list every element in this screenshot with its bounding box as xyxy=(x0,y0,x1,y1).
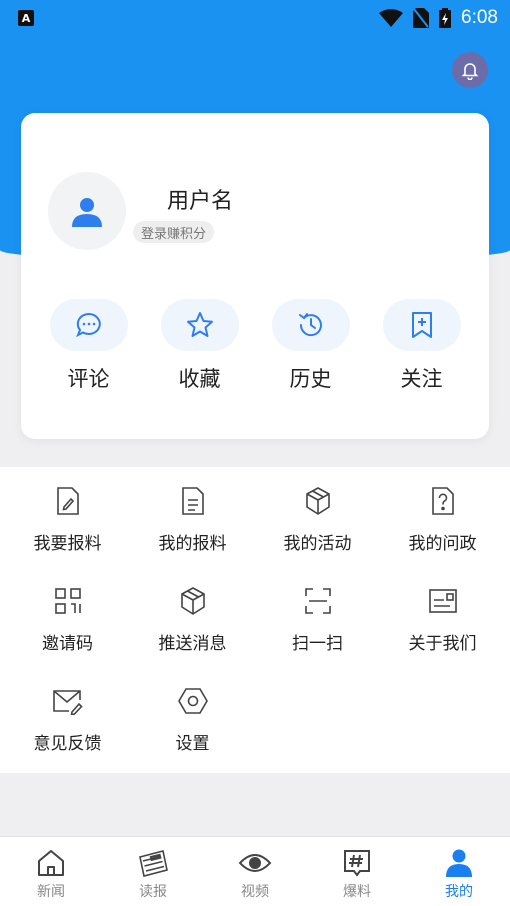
quick-action-comment[interactable]: 评论 xyxy=(44,299,134,399)
bottom-nav: 新闻 读报 视频 爆料 我的 xyxy=(0,836,510,906)
menu-item-feedback[interactable]: 意见反馈 xyxy=(5,685,130,785)
menu-item-push-messages[interactable]: 推送消息 xyxy=(130,585,255,685)
quick-action-history[interactable]: 历史 xyxy=(266,299,356,399)
menu-item-about-us[interactable]: 关于我们 xyxy=(380,585,505,685)
menu-label: 我的报料 xyxy=(158,534,227,554)
menu-label: 扫一扫 xyxy=(292,634,343,654)
newspaper-icon xyxy=(139,850,168,877)
question-doc-icon xyxy=(431,487,454,515)
quick-action-follow[interactable]: 关注 xyxy=(377,299,467,399)
menu-item-invite-code[interactable]: 邀请码 xyxy=(5,585,130,685)
nav-label: 我的 xyxy=(445,884,473,900)
cube-push-icon xyxy=(180,587,205,615)
hexagon-settings-icon xyxy=(177,688,208,714)
status-bar: A 6:08 xyxy=(0,0,510,36)
cube-icon xyxy=(305,487,330,515)
hashtag-icon xyxy=(344,850,370,877)
star-icon xyxy=(186,312,213,337)
login-badge[interactable]: 登录赚积分 xyxy=(133,221,215,243)
menu-grid: 我要报料 我的报料 我的活动 我的问政 邀请码 推送消息 扫一扫 关于我们 意见… xyxy=(0,467,510,785)
nav-label: 视频 xyxy=(241,884,269,900)
user-avatar-icon xyxy=(72,198,102,227)
quick-actions: 评论 收藏 历史 关注 xyxy=(21,299,489,399)
quick-action-label: 评论 xyxy=(67,367,110,391)
quick-action-label: 收藏 xyxy=(178,367,221,391)
wifi-icon xyxy=(379,9,404,27)
profile-card: 用户名 登录赚积分 评论 收藏 历史 关注 xyxy=(21,113,489,439)
nav-item-mine[interactable]: 我的 xyxy=(408,837,510,906)
user-icon xyxy=(446,849,472,877)
menu-label: 推送消息 xyxy=(158,634,227,654)
menu-item-submit-tip[interactable]: 我要报料 xyxy=(5,485,130,585)
avatar[interactable] xyxy=(48,172,126,250)
app-indicator-icon: A xyxy=(18,10,34,26)
menu-label: 邀请码 xyxy=(42,634,93,654)
menu-item-my-activities[interactable]: 我的活动 xyxy=(255,485,380,585)
menu-label: 我要报料 xyxy=(33,534,102,554)
menu-panel: 我要报料 我的报料 我的活动 我的问政 邀请码 推送消息 扫一扫 关于我们 意见… xyxy=(0,467,510,773)
scan-icon xyxy=(304,588,331,614)
id-card-icon xyxy=(428,589,457,613)
nav-label: 爆料 xyxy=(343,884,371,900)
menu-item-my-tips[interactable]: 我的报料 xyxy=(130,485,255,585)
edit-doc-icon xyxy=(56,487,79,515)
username[interactable]: 用户名 xyxy=(167,183,233,215)
menu-label: 设置 xyxy=(175,734,210,754)
nav-item-tips[interactable]: 爆料 xyxy=(306,837,408,906)
bookmark-plus-icon xyxy=(411,312,432,338)
notification-button[interactable] xyxy=(452,52,488,88)
quick-action-label: 历史 xyxy=(289,367,332,391)
battery-icon xyxy=(439,8,452,28)
nav-item-news[interactable]: 新闻 xyxy=(0,837,102,906)
comment-icon xyxy=(75,312,101,338)
nav-item-newspaper[interactable]: 读报 xyxy=(102,837,204,906)
menu-label: 关于我们 xyxy=(408,634,477,654)
nav-item-video[interactable]: 视频 xyxy=(204,837,306,906)
menu-item-my-inquiries[interactable]: 我的问政 xyxy=(380,485,505,585)
menu-label: 意见反馈 xyxy=(33,734,102,754)
menu-item-settings[interactable]: 设置 xyxy=(130,685,255,785)
nav-label: 读报 xyxy=(139,884,167,900)
menu-label: 我的活动 xyxy=(283,534,352,554)
menu-label: 我的问政 xyxy=(408,534,477,554)
quick-action-favorites[interactable]: 收藏 xyxy=(155,299,245,399)
nav-label: 新闻 xyxy=(37,884,65,900)
quick-action-label: 关注 xyxy=(400,367,443,391)
history-icon xyxy=(298,313,322,337)
status-icons: 6:08 xyxy=(379,7,498,29)
doc-list-icon xyxy=(181,487,204,515)
bell-icon xyxy=(461,63,479,80)
status-time: 6:08 xyxy=(461,7,498,28)
menu-item-scan[interactable]: 扫一扫 xyxy=(255,585,380,685)
eye-icon xyxy=(238,854,272,872)
home-icon xyxy=(38,850,64,876)
no-sim-icon xyxy=(413,8,430,28)
qr-grid-icon xyxy=(54,588,81,614)
mail-edit-icon xyxy=(52,690,83,715)
